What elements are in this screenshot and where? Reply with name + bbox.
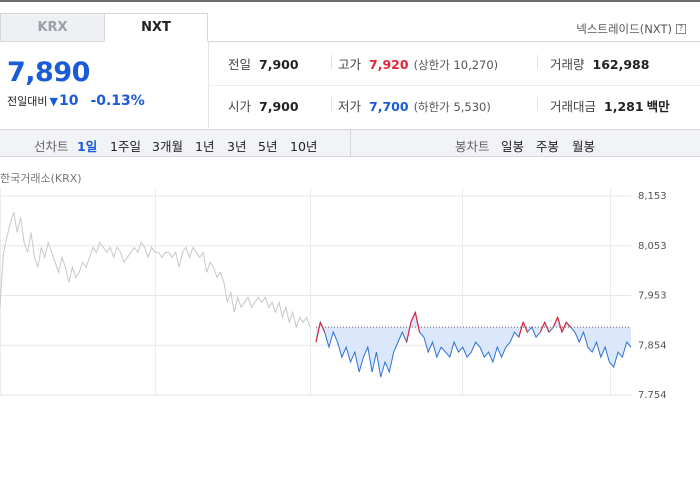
change-label: 전일대비 xyxy=(7,95,48,108)
stat-value: 7,900 xyxy=(259,57,299,72)
divider xyxy=(331,55,332,69)
y-tick-label: 8,153 xyxy=(638,191,667,202)
line-chart-label: 선차트 xyxy=(34,139,69,154)
stat-label: 시가 xyxy=(228,99,252,114)
lower-limit: (하한가 5,530) xyxy=(413,100,491,114)
tab-divider xyxy=(0,41,104,42)
change-percent: -0.13% xyxy=(90,93,145,109)
change-value: 10 xyxy=(58,93,79,109)
stat-prev-close: 전일 7,900 xyxy=(228,54,299,73)
stat-amount: 거래대금 1,281 백만 xyxy=(550,96,670,115)
exchange-info-label: 넥스트레이드(NXT) xyxy=(576,22,672,36)
stat-unit: 백만 xyxy=(646,99,670,114)
period-1y[interactable]: 1년 xyxy=(195,136,214,155)
stat-volume: 거래량 162,988 xyxy=(550,54,649,73)
stat-high: 고가 7,920 (상한가 10,270) xyxy=(338,54,498,73)
chart-period-bar: 선차트 1일 1주일 3개월 1년 3년 5년 10년 봉차트 일봉 주봉 월봉 xyxy=(0,129,700,157)
period-1d[interactable]: 1일 xyxy=(77,136,97,155)
candle-chart-label: 봉차트 xyxy=(455,139,490,154)
tab-krx[interactable]: KRX xyxy=(0,13,104,42)
y-tick-label: 8,053 xyxy=(638,241,667,252)
down-triangle-icon: ▼ xyxy=(49,94,58,108)
stat-value: 1,281 xyxy=(604,99,644,114)
stat-value: 7,920 xyxy=(369,57,409,72)
help-icon[interactable]: ? xyxy=(676,24,686,34)
period-5y[interactable]: 5년 xyxy=(258,136,277,155)
period-bar-divider xyxy=(350,130,351,156)
divider xyxy=(331,97,332,111)
nxt-series-area xyxy=(316,312,631,378)
period-10y[interactable]: 10년 xyxy=(290,136,317,155)
y-tick-label: 7,854 xyxy=(638,340,667,351)
divider xyxy=(208,85,700,86)
stat-label: 거래대금 xyxy=(550,99,597,114)
period-3y[interactable]: 3년 xyxy=(227,136,246,155)
stat-value: 7,700 xyxy=(369,99,409,114)
y-tick-label: 7,953 xyxy=(638,291,667,302)
tab-divider xyxy=(208,41,700,42)
stat-value: 162,988 xyxy=(592,57,650,72)
candle-weekly[interactable]: 주봉 xyxy=(536,136,559,155)
period-3m[interactable]: 3개월 xyxy=(152,136,183,155)
upper-limit: (상한가 10,270) xyxy=(413,58,499,72)
stat-label: 고가 xyxy=(338,57,362,72)
stat-open: 시가 7,900 xyxy=(228,96,299,115)
chart-title: 한국거래소(KRX) xyxy=(0,172,82,185)
stat-value: 7,900 xyxy=(259,99,299,114)
divider xyxy=(537,97,538,111)
top-border xyxy=(0,0,700,2)
divider xyxy=(537,55,538,69)
current-price: 7,890 xyxy=(7,57,90,88)
candle-daily[interactable]: 일봉 xyxy=(501,136,524,155)
candle-monthly[interactable]: 월봉 xyxy=(572,136,595,155)
stat-label: 저가 xyxy=(338,99,362,114)
period-1w[interactable]: 1주일 xyxy=(110,136,141,155)
stat-label: 거래량 xyxy=(550,57,585,72)
stat-low: 저가 7,700 (하한가 5,530) xyxy=(338,96,491,115)
stat-label: 전일 xyxy=(228,57,252,72)
exchange-info-link[interactable]: 넥스트레이드(NXT) ? xyxy=(576,21,686,37)
price-change: 전일대비 ▼ 10 -0.13% xyxy=(7,93,145,109)
y-tick-label: 7,754 xyxy=(638,390,667,398)
tab-nxt[interactable]: NXT xyxy=(104,13,208,42)
price-line-chart: 8,153 8,053 7,953 7,854 7,754 xyxy=(0,188,667,398)
